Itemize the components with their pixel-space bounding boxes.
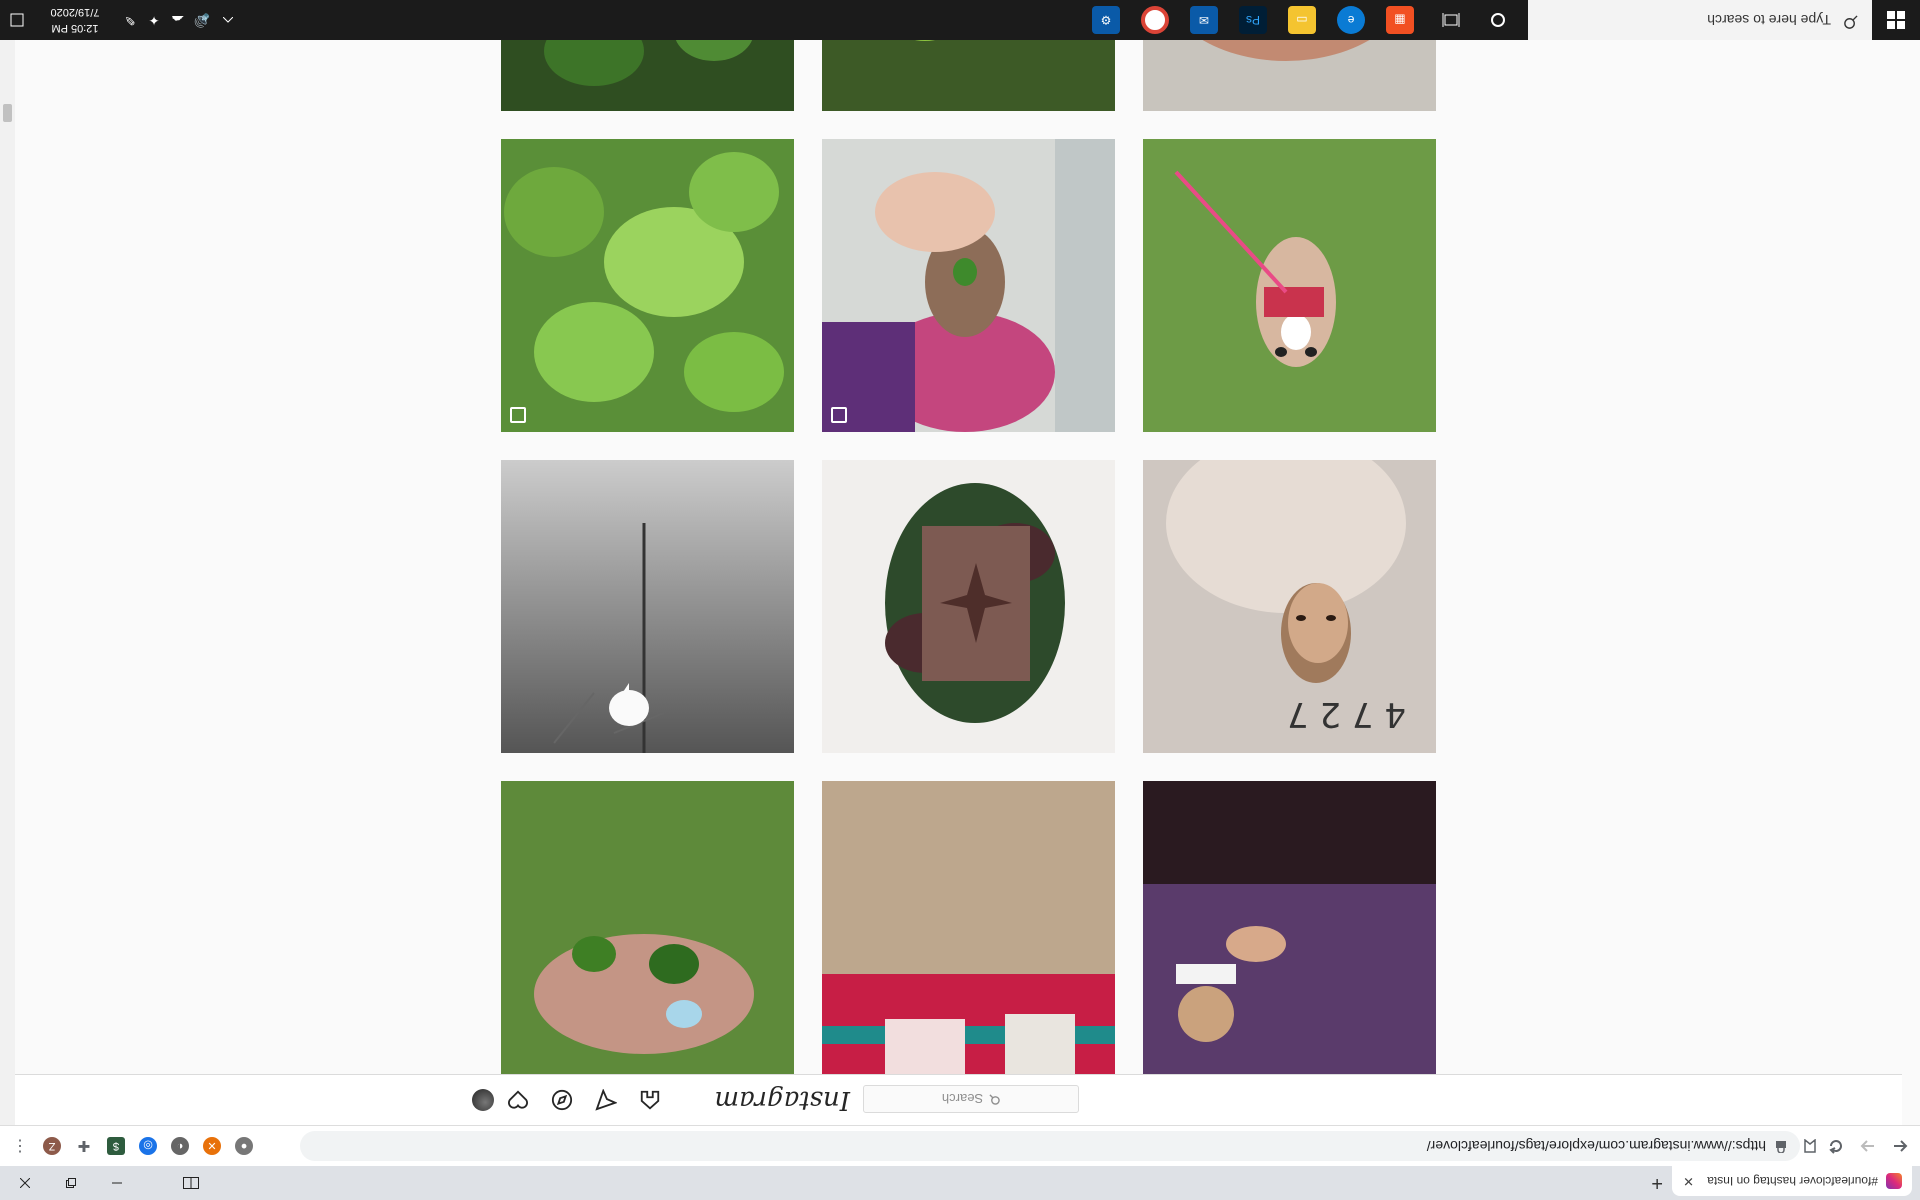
extension-green-icon[interactable]: $ [107, 1137, 125, 1155]
extension-blue-icon[interactable]: ◎ [139, 1137, 157, 1155]
instagram-logo[interactable]: Instagram [714, 1085, 850, 1115]
search-icon [1843, 10, 1858, 30]
instagram-favicon-icon [1886, 1173, 1902, 1189]
post-thumbnail[interactable]: 4 7 2 7 [1143, 460, 1436, 753]
tab-close-icon[interactable]: ✕ [1683, 1173, 1694, 1189]
browser-tab[interactable]: #fourleafclover hashtag on Insta ✕ [1672, 1166, 1912, 1196]
profile-avatar[interactable]: Z [43, 1137, 61, 1155]
activity-heart-icon[interactable] [506, 1088, 530, 1112]
volume-icon[interactable]: 🔊 [190, 0, 214, 40]
post-thumbnail[interactable] [822, 460, 1115, 753]
post-grid: 4 7 2 7 [500, 26, 1436, 1074]
post-thumbnail[interactable] [1143, 781, 1436, 1074]
carousel-post-icon [510, 407, 526, 423]
direct-messages-icon[interactable] [594, 1088, 618, 1112]
clock-time: 12:05 PM [51, 22, 99, 34]
chrome-browser-icon[interactable] [1141, 6, 1169, 34]
post-thumbnail[interactable] [822, 781, 1115, 1074]
post-thumbnail[interactable] [822, 139, 1115, 432]
taskbar-search-box[interactable]: Type here to search [1528, 0, 1872, 40]
close-window-button[interactable] [2, 1166, 48, 1200]
extension-grey-icon[interactable]: ● [235, 1137, 253, 1155]
svg-text:4 7 2 7: 4 7 2 7 [1287, 694, 1406, 734]
profile-avatar-icon[interactable] [472, 1089, 494, 1111]
dropbox-icon[interactable]: ✦ [142, 0, 166, 40]
clock-date: 7/19/2020 [50, 6, 100, 18]
lock-icon [1776, 1139, 1786, 1155]
restore-button[interactable] [48, 1166, 94, 1200]
tab-search-icon[interactable] [168, 1166, 214, 1200]
instagram-search-input[interactable]: Search [863, 1085, 1079, 1113]
settings-gear-icon[interactable]: ⚙ [1092, 6, 1120, 34]
post-thumbnail[interactable] [501, 460, 794, 753]
extensions-puzzle-icon[interactable]: ✚ [75, 1137, 93, 1155]
task-view-icon[interactable] [1437, 6, 1465, 34]
home-icon[interactable] [638, 1088, 662, 1112]
extension-dark-icon[interactable]: ◐ [171, 1137, 189, 1155]
onedrive-cloud-icon[interactable]: ☁ [166, 0, 190, 40]
browser-toolbar: https://www.instagram.com/explore/tags/f… [0, 1125, 1920, 1166]
taskbar-search-placeholder: Type here to search [1707, 12, 1831, 28]
search-placeholder: Search [941, 1091, 984, 1107]
file-explorer-icon[interactable]: ▭ [1288, 6, 1316, 34]
extension-orange-icon[interactable]: ✕ [203, 1137, 221, 1155]
minimize-button[interactable] [94, 1166, 140, 1200]
address-bar[interactable]: https://www.instagram.com/explore/tags/f… [300, 1131, 1800, 1161]
show-hidden-icons-chevron-icon[interactable] [216, 0, 240, 40]
photoshop-icon[interactable]: Ps [1239, 6, 1267, 34]
back-icon[interactable] [1888, 1134, 1912, 1158]
post-thumbnail[interactable] [1143, 139, 1436, 432]
forward-icon[interactable] [1856, 1134, 1880, 1158]
tab-strip: #fourleafclover hashtag on Insta ✕ + [0, 1166, 1920, 1200]
carousel-post-icon [831, 407, 847, 423]
windows-start-icon[interactable] [1872, 0, 1920, 40]
search-icon [989, 1092, 1000, 1107]
mail-app-icon[interactable]: ✉ [1190, 6, 1218, 34]
notifications-icon[interactable] [0, 0, 34, 40]
reload-icon[interactable] [1824, 1134, 1848, 1158]
scrollbar-thumb[interactable] [3, 104, 12, 122]
edge-browser-icon[interactable]: e [1337, 6, 1365, 34]
instagram-header: Instagram Search [0, 1074, 1902, 1125]
post-thumbnail[interactable] [501, 139, 794, 432]
microsoft-store-icon[interactable]: ▦ [1386, 6, 1414, 34]
post-thumbnail[interactable] [501, 781, 794, 1074]
new-tab-button[interactable]: + [1651, 1171, 1663, 1194]
tab-title: #fourleafclover hashtag on Insta [1707, 1174, 1878, 1188]
menu-kebab-icon[interactable]: ⋮ [8, 1134, 32, 1158]
bookmark-site-icon[interactable] [1798, 1134, 1822, 1158]
url-text: https://www.instagram.com/explore/tags/f… [1426, 1138, 1766, 1154]
cortana-icon[interactable] [1484, 6, 1512, 34]
page-scrollbar[interactable] [0, 40, 15, 1125]
taskbar-clock[interactable]: 12:05 PM 7/19/2020 [40, 4, 110, 36]
explore-compass-icon[interactable] [550, 1088, 574, 1112]
windows-taskbar: Type here to search ▦ e ▭ Ps ✉ ⚙ 🔊 ☁ ✦ ✎… [0, 0, 1920, 40]
pen-input-icon[interactable]: ✎ [118, 0, 142, 40]
